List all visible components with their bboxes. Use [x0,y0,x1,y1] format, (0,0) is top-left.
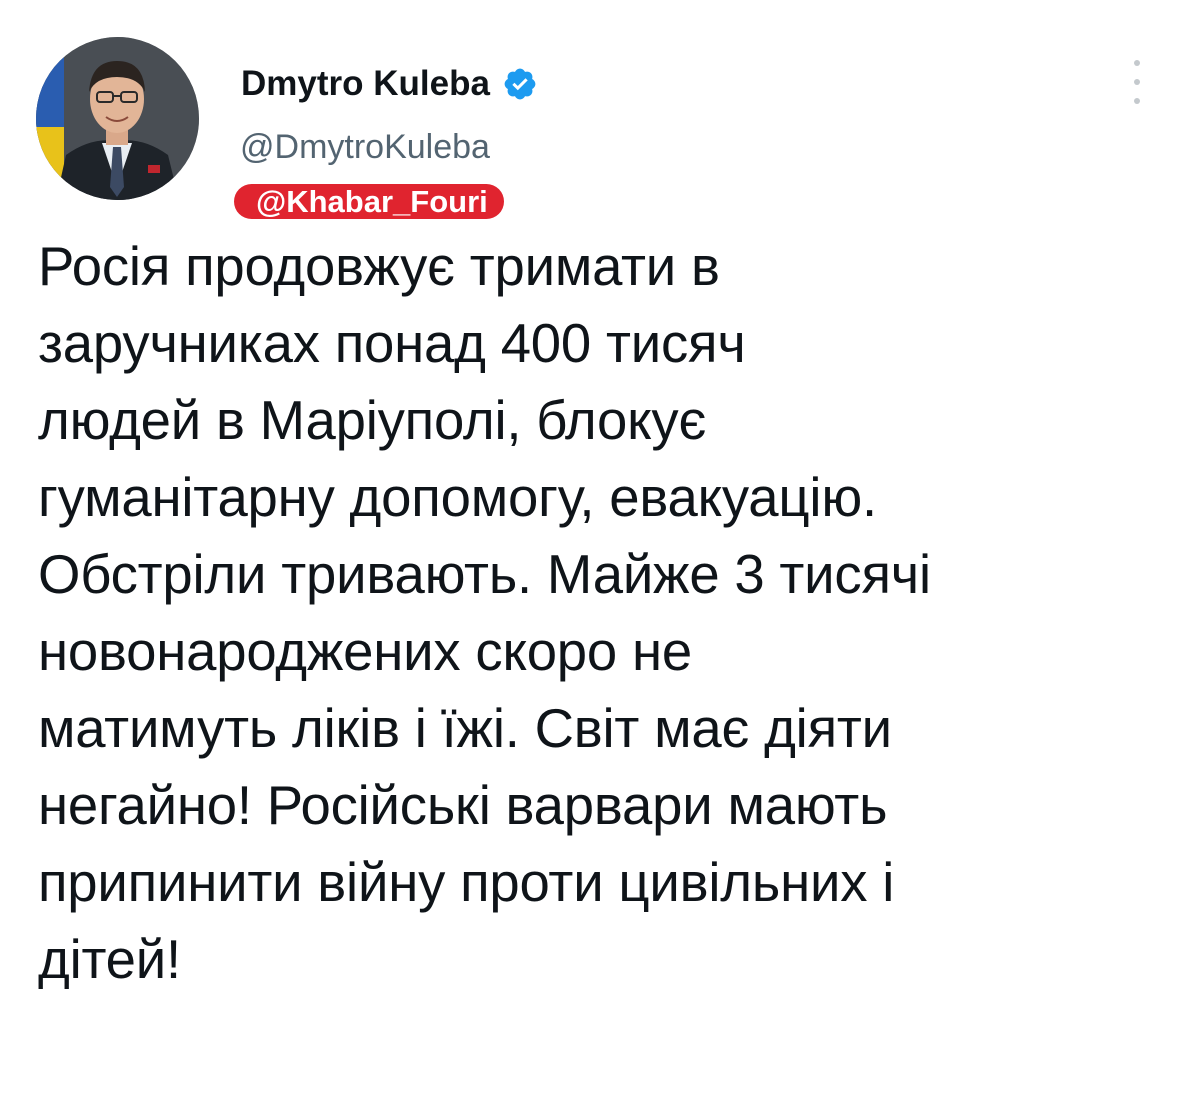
watermark-label: @Khabar_Fouri [234,184,504,219]
author-display-name[interactable]: Dmytro Kuleba [241,64,490,104]
more-dot [1134,60,1140,66]
tweet-body-text: Росія продовжує тримати в заручниках пон… [38,236,931,990]
more-dot [1134,79,1140,85]
avatar[interactable] [36,37,199,200]
author-handle[interactable]: @DmytroKuleba [240,128,490,167]
more-dot [1134,98,1140,104]
more-vertical-icon[interactable] [1122,60,1152,104]
verified-badge-icon [502,66,538,102]
tweet-card: Dmytro Kuleba @DmytroKuleba @Khabar_Four… [0,0,1200,1108]
avatar-photo-icon [36,37,199,200]
author-name-row: Dmytro Kuleba [241,62,538,106]
